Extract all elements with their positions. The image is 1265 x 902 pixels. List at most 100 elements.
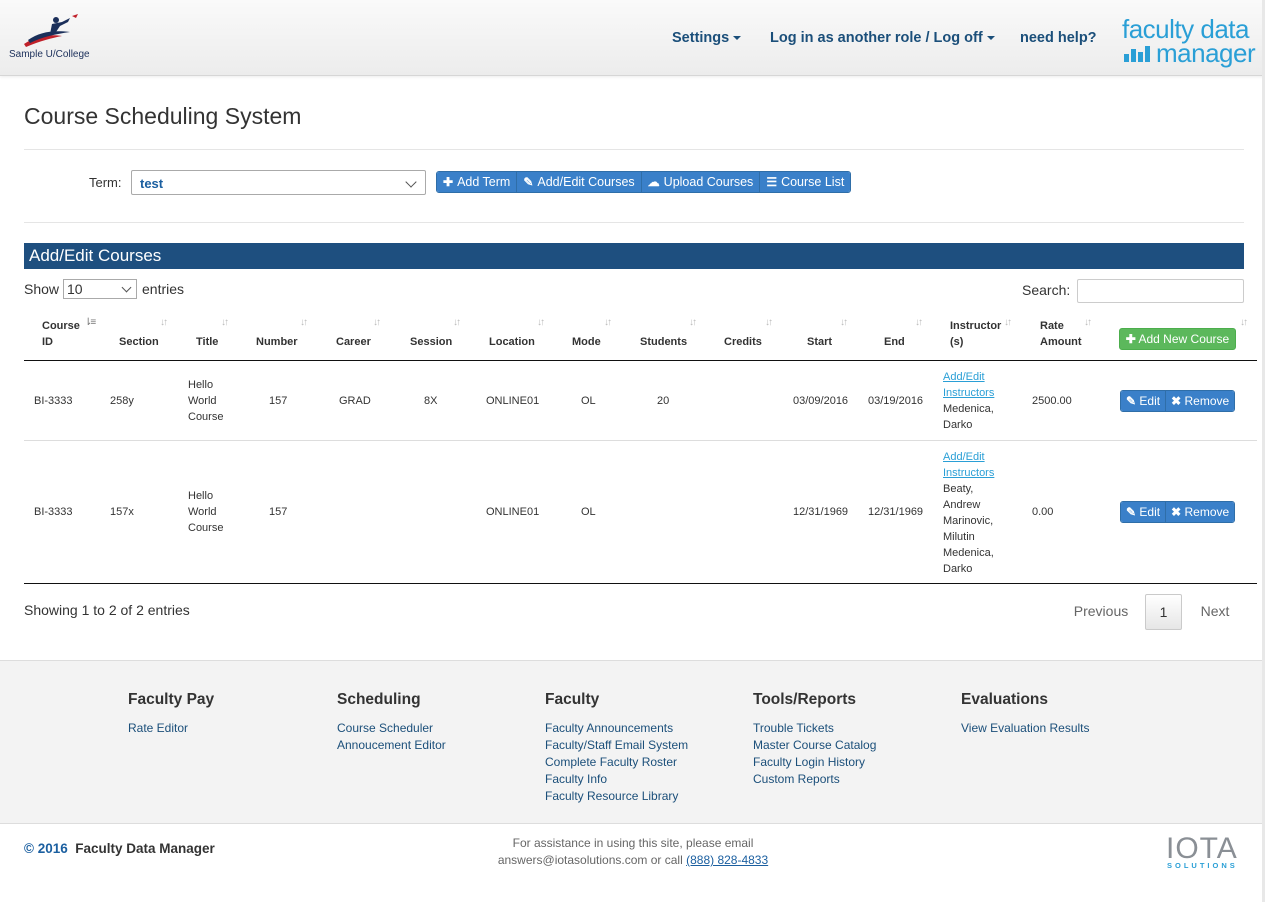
page-1-button[interactable]: 1: [1145, 594, 1182, 630]
sort-icon[interactable]: ↓↑: [221, 317, 229, 328]
divider: [24, 222, 1244, 223]
footer-link[interactable]: View Evaluation Results: [961, 720, 1090, 737]
chevron-down-icon: [121, 282, 132, 293]
col-location[interactable]: Location: [489, 334, 535, 350]
settings-menu[interactable]: Settings: [672, 30, 742, 46]
instructor-name: Marinovic,: [943, 515, 994, 527]
footer-link[interactable]: Faculty Resource Library: [545, 788, 688, 805]
sort-icon[interactable]: ↓↑: [537, 317, 545, 328]
col-instructors[interactable]: Instructor (s): [950, 318, 1001, 350]
phone-link[interactable]: (888) 828-4833: [686, 853, 768, 867]
page-length-select[interactable]: 10: [63, 279, 137, 299]
instructor-name: Medenica,: [943, 547, 994, 559]
footer-link[interactable]: Faculty/Staff Email System: [545, 737, 688, 754]
add-edit-courses-button[interactable]: ✎ Add/Edit Courses: [517, 172, 642, 192]
footer-col-faculty: Faculty Faculty Announcements Faculty/St…: [545, 691, 688, 805]
sort-icon[interactable]: ↓↑: [840, 317, 848, 328]
footer-link[interactable]: Master Course Catalog: [753, 737, 876, 754]
footer-link[interactable]: Faculty Login History: [753, 754, 876, 771]
col-mode[interactable]: Mode: [572, 334, 601, 350]
add-term-button[interactable]: ✚ Add Term: [437, 172, 518, 192]
divider: [24, 149, 1244, 150]
col-title[interactable]: Title: [196, 334, 218, 350]
footer-link[interactable]: Trouble Tickets: [753, 720, 876, 737]
footer-link[interactable]: Faculty Info: [545, 771, 688, 788]
footer-heading: Evaluations: [961, 691, 1048, 708]
remove-button[interactable]: ✖ Remove: [1166, 391, 1235, 411]
add-new-course-button[interactable]: ✚ Add New Course: [1119, 328, 1236, 350]
col-course-id-line2: ID: [42, 336, 53, 348]
instructor-name: Milutin: [943, 531, 975, 543]
sort-icon[interactable]: ↓↑: [689, 317, 697, 328]
footer-col-evaluations: Evaluations View Evaluation Results: [961, 691, 1090, 737]
sort-icon[interactable]: ↓↑: [765, 317, 773, 328]
edit-button[interactable]: ✎ Edit: [1121, 502, 1167, 522]
sort-icon[interactable]: ↓↑: [604, 317, 612, 328]
col-rate-amount[interactable]: Rate Amount: [1040, 318, 1082, 350]
help-link[interactable]: need help?: [1020, 30, 1097, 46]
sort-icon[interactable]: ↓↑: [453, 317, 461, 328]
sort-icon[interactable]: ↓↑: [1004, 317, 1012, 328]
add-edit-courses-label: Add/Edit Courses: [537, 175, 635, 189]
sort-icon[interactable]: ↓↑: [915, 317, 923, 328]
college-logo-icon: [24, 14, 78, 47]
row-actions: ✎ Edit ✖ Remove: [1120, 390, 1236, 412]
cell-title-line: Hello: [188, 490, 214, 502]
course-list-label: Course List: [781, 175, 845, 189]
footer-link[interactable]: Complete Faculty Roster: [545, 754, 688, 771]
footer-col-tools-reports: Tools/Reports Trouble Tickets Master Cou…: [753, 691, 876, 788]
term-action-buttons: ✚ Add Term ✎ Add/Edit Courses ☁ Upload Cour…: [436, 171, 852, 193]
col-credits[interactable]: Credits: [724, 334, 762, 350]
previous-page-button[interactable]: Previous: [1062, 594, 1140, 630]
sort-icon[interactable]: ↓↑: [300, 317, 308, 328]
upload-courses-label: Upload Courses: [663, 175, 754, 189]
add-term-label: Add Term: [457, 175, 511, 189]
cell-title: Hello World Course: [188, 377, 223, 425]
cloud-upload-icon: ☁: [647, 175, 660, 189]
edit-button[interactable]: ✎ Edit: [1121, 391, 1167, 411]
sort-asc-icon[interactable]: ⇂≡: [84, 317, 96, 328]
cell-end: 12/31/1969: [868, 506, 924, 518]
col-session[interactable]: Session: [410, 334, 452, 350]
sort-icon[interactable]: ↓↑: [160, 317, 168, 328]
col-number[interactable]: Number: [256, 334, 298, 350]
footer: Faculty Pay Rate Editor Scheduling Cours…: [0, 660, 1262, 824]
show-label: Show: [24, 281, 60, 297]
cell-title-line: Hello: [188, 379, 214, 391]
add-edit-instructors-link[interactable]: Add/Edit Instructors: [943, 451, 994, 479]
footer-link[interactable]: Faculty Announcements: [545, 720, 688, 737]
cell-title-line: World: [188, 395, 217, 407]
add-edit-instructors-link[interactable]: Add/Edit Instructors: [943, 371, 994, 399]
footer-link[interactable]: Course Scheduler: [337, 720, 446, 737]
sort-icon[interactable]: ↓↑: [373, 317, 381, 328]
term-select[interactable]: test: [131, 170, 426, 195]
search-input[interactable]: [1077, 279, 1244, 303]
faculty-data-manager-logo[interactable]: faculty data manager: [1122, 14, 1262, 70]
footer-link[interactable]: Custom Reports: [753, 771, 876, 788]
col-start[interactable]: Start: [807, 334, 832, 350]
cell-number: 157: [269, 506, 288, 518]
upload-courses-button[interactable]: ☁ Upload Courses: [641, 172, 761, 192]
col-course-id[interactable]: Course ID: [42, 318, 80, 350]
col-section[interactable]: Section: [119, 334, 159, 350]
footer-link[interactable]: Annoucement Editor: [337, 737, 446, 754]
course-list-button[interactable]: ☰ Course List: [760, 172, 851, 192]
next-page-button[interactable]: Next: [1188, 594, 1242, 630]
footer-col-faculty-pay: Faculty Pay Rate Editor: [128, 691, 214, 737]
iota-solutions-logo[interactable]: IOTA SOLUTIONS: [1166, 833, 1246, 873]
sort-icon[interactable]: ↓↑: [1084, 317, 1092, 328]
col-students[interactable]: Students: [640, 334, 687, 350]
instructor-name: Andrew: [943, 499, 981, 511]
list-icon: ☰: [766, 175, 778, 189]
cell-title-line: World: [188, 506, 217, 518]
remove-button[interactable]: ✖ Remove: [1166, 502, 1235, 522]
close-icon: ✖: [1171, 394, 1182, 408]
role-menu[interactable]: Log in as another role / Log off: [770, 30, 995, 46]
footer-link[interactable]: Rate Editor: [128, 720, 214, 737]
college-logo[interactable]: Sample U/College: [8, 14, 98, 64]
col-end[interactable]: End: [884, 334, 905, 350]
col-career[interactable]: Career: [336, 334, 371, 350]
chevron-down-icon: [405, 176, 417, 188]
sort-icon[interactable]: ↓↑: [1240, 317, 1248, 328]
search-label: Search:: [1022, 282, 1071, 298]
